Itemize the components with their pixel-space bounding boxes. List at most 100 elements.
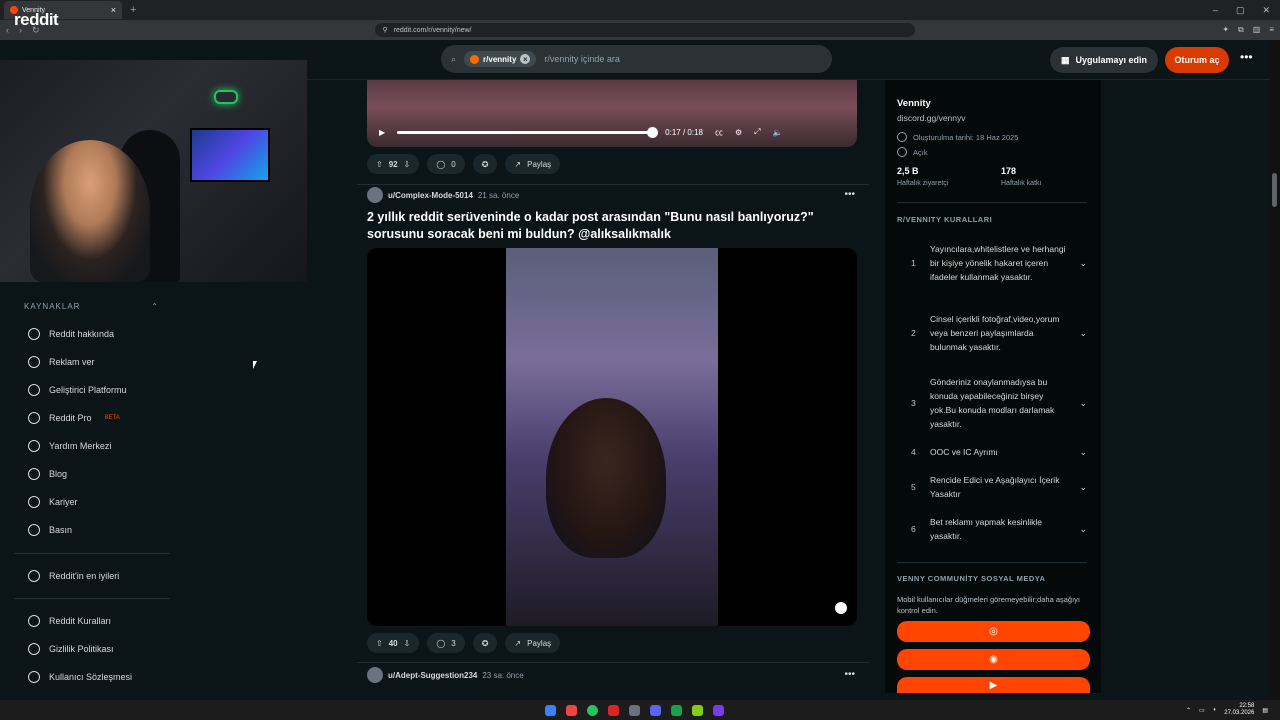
weekly-contributions: 178 (1001, 166, 1017, 176)
app-icon[interactable] (608, 704, 619, 716)
chevron-down-icon[interactable]: ⌄ (1079, 256, 1087, 270)
sidebar-item-press[interactable]: Basın (28, 524, 168, 536)
app-icon[interactable] (713, 704, 724, 716)
sidebar-item-label: Kullanıcı Sözleşmesi (49, 672, 133, 682)
tray-chevron-icon[interactable]: ⌃ (1186, 707, 1191, 714)
extension-icon[interactable]: ✦ (1222, 25, 1229, 35)
rule-item[interactable]: 1 Yayıncılara,whitelistlere ve herhangi b… (897, 235, 1087, 291)
fullscreen-icon[interactable]: ⤢ (754, 127, 760, 137)
post-author[interactable]: u/Adept-Suggestion234 (388, 671, 477, 680)
sidebar-item-reddit-pro[interactable]: Reddit Pro BETA (28, 412, 168, 424)
comments-button[interactable]: ◯ 0 (427, 154, 465, 174)
rule-item[interactable]: 6 Bet reklamı yapmak kesinlikle yasaktır.… (897, 515, 1087, 543)
award-button[interactable]: ✪ (472, 633, 498, 653)
back-icon[interactable]: ‹ (6, 25, 9, 35)
login-button[interactable]: Oturum aç (1165, 47, 1229, 73)
nvidia-icon[interactable] (671, 704, 682, 716)
sidebar-item-careers[interactable]: Kariyer (28, 496, 168, 508)
chevron-up-icon[interactable]: ⌃ (151, 302, 159, 311)
maximize-button[interactable]: ▢ (1236, 5, 1245, 16)
globe-icon (897, 147, 907, 157)
sidebar-item-about[interactable]: Reddit hakkında (28, 328, 168, 340)
sidebar-item-rules[interactable]: Reddit Kuralları (28, 615, 168, 627)
youtube-button[interactable]: ▶ (897, 677, 1090, 693)
chevron-down-icon[interactable]: ⌄ (1079, 396, 1087, 410)
minimize-button[interactable]: – (1213, 5, 1218, 16)
brave-icon[interactable] (566, 704, 577, 716)
comments-button[interactable]: ◯ 3 (427, 633, 465, 653)
page-scrollbar[interactable] (1270, 40, 1280, 700)
close-tab-icon[interactable]: × (111, 5, 116, 15)
get-app-button[interactable]: ▦ Uygulamayı edin (1050, 47, 1158, 73)
rule-item[interactable]: 3 Gönderiniz onaylanmadıysa bu konuda yap… (897, 375, 1087, 431)
clock[interactable]: 22:58 27.03.2026 (1224, 703, 1254, 717)
site-info-icon[interactable]: ⚲ (383, 26, 388, 34)
sidebar-item-advertise[interactable]: Reklam ver (28, 356, 168, 368)
post-video[interactable] (367, 248, 857, 626)
post-meta: u/Complex-Mode-5014 21 sa. önce (367, 187, 519, 203)
chevron-down-icon[interactable]: ⌄ (1079, 522, 1087, 536)
post-title[interactable]: 2 yıllık reddit serüveninde o kadar post… (367, 209, 857, 243)
network-icon[interactable]: ▭ (1199, 707, 1205, 714)
volume-icon[interactable]: 🔈 (773, 128, 783, 137)
reddit-logo[interactable]: reddit (14, 10, 59, 30)
upvote-icon[interactable]: ⇧ (376, 639, 383, 648)
scrollbar-thumb[interactable] (1272, 173, 1277, 207)
spotify-icon[interactable] (587, 704, 598, 716)
sidebar-item-help[interactable]: Yardım Merkezi (28, 440, 168, 452)
sidebar-item-blog[interactable]: Blog (28, 468, 168, 480)
progress-knob[interactable] (647, 126, 659, 138)
more-options-icon[interactable]: ••• (1240, 50, 1253, 64)
menu-icon[interactable]: ≡ (1269, 25, 1274, 35)
settings-icon[interactable]: ⚙ (735, 128, 742, 137)
sidebar-icon[interactable]: ▥ (1253, 25, 1261, 35)
url-field[interactable]: ⚲ reddit.com/r/vennity/new/ (374, 23, 915, 37)
website-button[interactable]: ◎ (897, 621, 1090, 642)
user-avatar[interactable] (367, 667, 383, 683)
downvote-icon[interactable]: ⇩ (404, 639, 411, 648)
rule-item[interactable]: 5 Rencide Edici ve Aşağılayıcı İçerik Yas… (897, 473, 1087, 501)
community-link[interactable]: discord.gg/vennyv (897, 113, 966, 123)
award-button[interactable]: ✪ (472, 154, 498, 174)
subreddit-chip[interactable]: r/vennity × (464, 51, 537, 67)
video-progress-bar[interactable] (397, 126, 659, 138)
chevron-down-icon[interactable]: ⌄ (1079, 480, 1087, 494)
sidebar-item-best-of[interactable]: Reddit'in en iyileri (28, 570, 168, 582)
post-options-icon[interactable]: ••• (844, 669, 855, 680)
share-button[interactable]: ↗ Paylaş (505, 154, 561, 174)
chevron-down-icon[interactable]: ⌄ (1079, 326, 1087, 340)
puzzle-icon[interactable]: ⧉ (1238, 25, 1244, 35)
app-icon[interactable] (629, 704, 640, 716)
downvote-icon[interactable]: ⇩ (404, 160, 411, 169)
app-icon[interactable] (692, 704, 703, 716)
post-options-icon[interactable]: ••• (844, 189, 855, 200)
volume-tray-icon[interactable]: ◖ (1213, 707, 1217, 713)
close-window-button[interactable]: ✕ (1262, 5, 1270, 16)
new-tab-button[interactable]: + (130, 4, 136, 16)
notification-icon[interactable]: ▤ (1262, 707, 1268, 714)
discord-button[interactable]: ◉ (897, 649, 1090, 670)
captions-icon[interactable]: ㏄ (715, 127, 723, 138)
search-input[interactable]: r/vennity içinde ara (544, 54, 620, 64)
video-player[interactable]: ▶ 0:17 / 0:18 ㏄ ⚙ ⤢ 🔈 (367, 80, 857, 147)
upvote-icon[interactable]: ⇧ (376, 160, 383, 169)
sidebar-item-developer[interactable]: Geliştirici Platformu (28, 384, 168, 396)
search-bar[interactable]: ⌕ r/vennity × r/vennity içinde ara (441, 45, 832, 73)
rule-item[interactable]: 2 Cinsel içerikli fotoğraf,video,yorum ve… (897, 305, 1087, 361)
share-button[interactable]: ↗ Paylaş (505, 633, 561, 653)
post-author[interactable]: u/Complex-Mode-5014 (388, 191, 473, 200)
rule-item[interactable]: 4 OOC ve IC Ayrımı ⌄ (897, 444, 1087, 460)
resources-section-header[interactable]: KAYNAKLAR ⌃ (24, 302, 159, 311)
divider (897, 202, 1087, 203)
play-icon[interactable]: ▶ (379, 128, 385, 137)
sidebar-item-user-agreement[interactable]: Kullanıcı Sözleşmesi (28, 671, 168, 683)
windows-start-icon[interactable] (545, 704, 556, 716)
sidebar-item-privacy[interactable]: Gizlilik Politikası (28, 643, 168, 655)
visibility: Açık (897, 147, 928, 157)
clear-chip-icon[interactable]: × (520, 54, 531, 64)
user-avatar[interactable] (367, 187, 383, 203)
mute-icon[interactable] (835, 602, 847, 614)
comment-icon: ◯ (436, 638, 446, 648)
chevron-down-icon[interactable]: ⌄ (1079, 445, 1087, 459)
discord-icon[interactable] (650, 704, 661, 716)
